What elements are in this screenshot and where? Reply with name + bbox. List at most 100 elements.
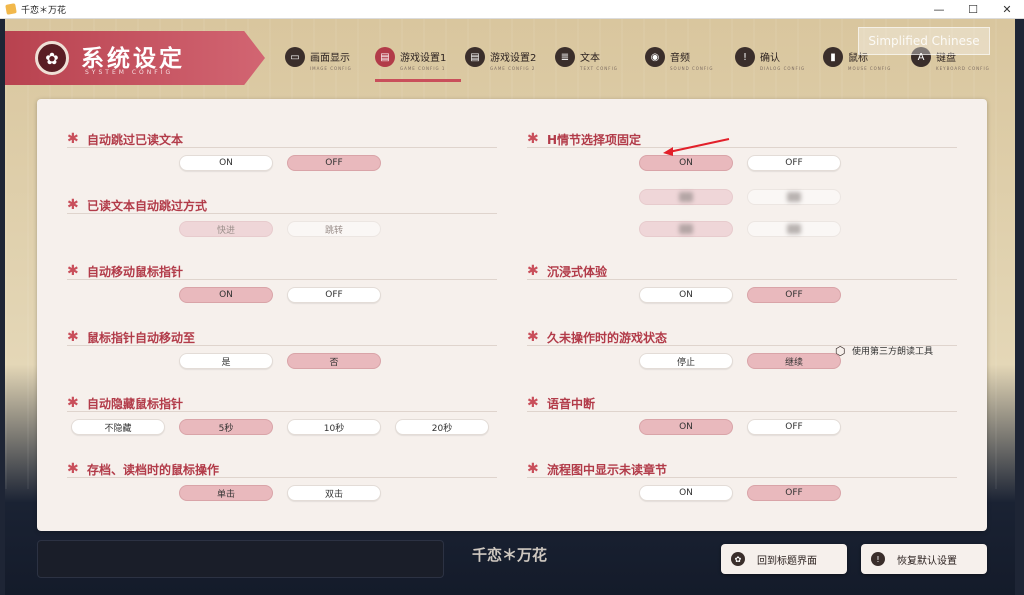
minimize-button[interactable]: — — [922, 0, 956, 18]
setting-label: 自动移动鼠标指针 — [87, 264, 184, 279]
setting-label: 存档、读档时的鼠标操作 — [87, 462, 220, 477]
tab-image[interactable]: ▭ 画面显示 IMAGE CONFIG — [285, 41, 352, 81]
option-10s[interactable]: 10秒 — [287, 419, 381, 435]
blurred-option[interactable] — [639, 189, 733, 205]
gear-icon: ✿ — [35, 41, 69, 75]
tab-label: 音频 — [670, 53, 690, 64]
option-no[interactable]: 否 — [287, 353, 381, 369]
monitor-icon: ▭ — [285, 47, 305, 67]
divider — [527, 279, 957, 280]
divider — [527, 345, 957, 346]
option-off[interactable]: OFF — [287, 287, 381, 303]
tab-dialog[interactable]: ! 确认 DIALOG CONFIG — [735, 41, 805, 81]
alert-icon: ! — [735, 47, 755, 67]
blurred-option[interactable] — [639, 221, 733, 237]
censor-blur — [787, 224, 801, 234]
active-tab-indicator — [375, 79, 461, 82]
option-single-click[interactable]: 单击 — [179, 485, 273, 501]
option-on[interactable]: ON — [179, 155, 273, 171]
header-ribbon: ✿ 系统设定 SYSTEM CONFIG — [5, 31, 265, 85]
setting-label: 久未操作时的游戏状态 — [547, 330, 668, 345]
tab-sub: DIALOG CONFIG — [760, 66, 806, 71]
back-to-title-label: 回到标题界面 — [757, 555, 817, 567]
blurred-option[interactable] — [747, 189, 841, 205]
tab-sub: GAME CONFIG 2 — [490, 66, 536, 71]
option-continue[interactable]: 继续 — [747, 353, 841, 369]
tab-sub: KEYBOARD CONFIG — [936, 66, 990, 71]
option-on[interactable]: ON — [639, 287, 733, 303]
option-off[interactable]: OFF — [747, 287, 841, 303]
option-jump[interactable]: 跳转 — [287, 221, 381, 237]
flower-icon: ✱ — [67, 395, 79, 411]
tab-sub: MOUSE CONFIG — [848, 66, 892, 71]
option-off[interactable]: OFF — [287, 155, 381, 171]
flower-icon: ✱ — [67, 461, 79, 477]
divider — [527, 477, 957, 478]
tab-sub: GAME CONFIG 1 — [400, 66, 446, 71]
option-5s[interactable]: 5秒 — [179, 419, 273, 435]
back-to-title-button[interactable]: ✿ 回到标题界面 — [721, 544, 847, 574]
flower-icon: ✱ — [67, 197, 79, 213]
sound-icon: ◉ — [645, 47, 665, 67]
blurred-option[interactable] — [747, 221, 841, 237]
divider — [67, 279, 497, 280]
option-fast-forward[interactable]: 快进 — [179, 221, 273, 237]
window-titlebar: 千恋＊万花 — ☐ ✕ — [0, 0, 1024, 19]
divider — [67, 477, 497, 478]
tab-label: 确认 — [760, 53, 780, 64]
language-overlay: Simplified Chinese — [858, 27, 990, 55]
option-off[interactable]: OFF — [747, 485, 841, 501]
alert-icon: ! — [871, 552, 885, 566]
setting-label: 沉浸式体验 — [547, 264, 608, 279]
text-icon: ≣ — [555, 47, 575, 67]
tab-sub: IMAGE CONFIG — [310, 66, 352, 71]
close-button[interactable]: ✕ — [990, 0, 1024, 18]
setting-label: 自动隐藏鼠标指针 — [87, 396, 184, 411]
tab-game-1[interactable]: ▤ 游戏设置1 GAME CONFIG 1 — [375, 41, 461, 82]
censor-blur — [679, 192, 693, 202]
tab-sound[interactable]: ◉ 音频 SOUND CONFIG — [645, 41, 713, 81]
tab-label: 游戏设置2 — [490, 53, 537, 64]
window-controls: — ☐ ✕ — [922, 0, 1024, 18]
option-never[interactable]: 不隐藏 — [71, 419, 165, 435]
flower-icon: ✱ — [527, 461, 539, 477]
game-icon: ▤ — [465, 47, 485, 67]
option-on[interactable]: ON — [639, 485, 733, 501]
tab-game-2[interactable]: ▤ 游戏设置2 GAME CONFIG 2 — [465, 41, 536, 81]
option-double-click[interactable]: 双击 — [287, 485, 381, 501]
game-logo: 千恋＊万花 — [472, 546, 548, 564]
maximize-button[interactable]: ☐ — [956, 0, 990, 18]
setting-label: H情节选择项固定 — [547, 132, 642, 147]
restore-defaults-button[interactable]: ! 恢复默认设置 — [861, 544, 987, 574]
censor-blur — [787, 192, 801, 202]
page-subtitle: SYSTEM CONFIG — [85, 69, 174, 76]
app-icon — [5, 3, 17, 15]
tab-sub: SOUND CONFIG — [670, 66, 714, 71]
option-off[interactable]: OFF — [747, 419, 841, 435]
divider — [527, 147, 957, 148]
option-off[interactable]: OFF — [747, 155, 841, 171]
tab-label: 画面显示 — [310, 53, 350, 64]
flower-icon: ✱ — [527, 395, 539, 411]
flower-icon: ✱ — [67, 329, 79, 345]
option-yes[interactable]: 是 — [179, 353, 273, 369]
option-on[interactable]: ON — [639, 419, 733, 435]
option-on[interactable]: ON — [639, 155, 733, 171]
window-title: 千恋＊万花 — [21, 5, 67, 16]
page-title: 系统设定 — [81, 45, 185, 72]
tab-label: 文本 — [580, 53, 600, 64]
divider — [67, 411, 497, 412]
option-on[interactable]: ON — [179, 287, 273, 303]
option-20s[interactable]: 20秒 — [395, 419, 489, 435]
mouse-icon: ▮ — [823, 47, 843, 67]
censor-blur — [679, 224, 693, 234]
message-bar — [37, 540, 444, 578]
game-viewport: ✿ 系统设定 SYSTEM CONFIG ▭ 画面显示 IMAGE CONFIG … — [5, 19, 1015, 595]
tab-text[interactable]: ≣ 文本 TEXT CONFIG — [555, 41, 618, 81]
annotation-arrow — [663, 138, 730, 156]
flower-icon: ✱ — [527, 131, 539, 147]
flower-icon: ✱ — [527, 329, 539, 345]
option-stop[interactable]: 停止 — [639, 353, 733, 369]
setting-label: 自动跳过已读文本 — [87, 132, 184, 147]
setting-label: 流程图中显示未读章节 — [547, 462, 668, 477]
